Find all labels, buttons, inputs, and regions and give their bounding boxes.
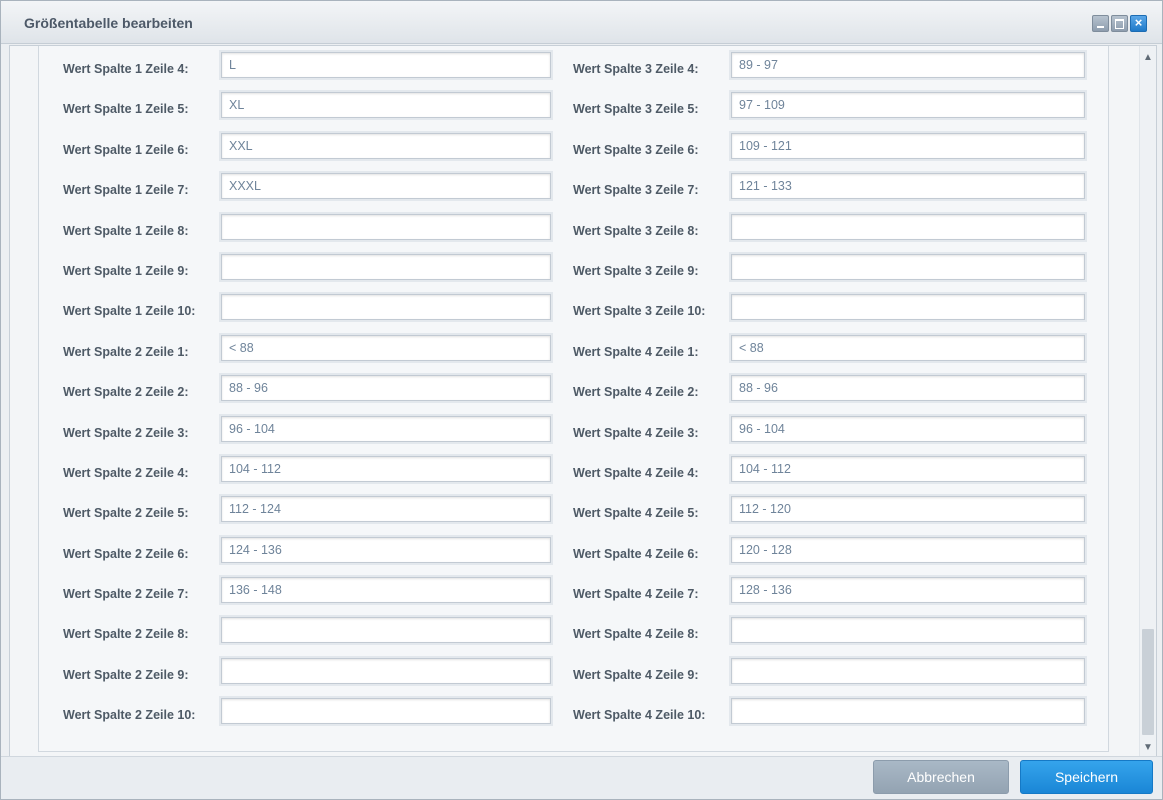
scrollable-content[interactable]: Wert Spalte 1 Zeile 4: Wert Spalte 1 Zeil…: [9, 45, 1157, 759]
value-input[interactable]: [731, 294, 1085, 321]
field-label: Wert Spalte 3 Zeile 5:: [573, 102, 699, 117]
field-label: Wert Spalte 4 Zeile 3:: [573, 425, 699, 440]
field-label: Wert Spalte 4 Zeile 9:: [573, 667, 699, 682]
value-input[interactable]: [221, 617, 551, 644]
value-input[interactable]: [731, 577, 1085, 604]
field-label: Wert Spalte 4 Zeile 5:: [573, 506, 699, 521]
field-label: Wert Spalte 2 Zeile 10:: [63, 708, 196, 723]
value-input[interactable]: [221, 213, 551, 240]
value-input[interactable]: [221, 455, 551, 482]
value-input[interactable]: [221, 334, 551, 361]
chevron-up-icon[interactable]: ▲: [1140, 51, 1156, 65]
field-label: Wert Spalte 1 Zeile 10:: [63, 304, 196, 319]
cancel-button[interactable]: Abbrechen: [873, 760, 1009, 794]
value-input[interactable]: [221, 415, 551, 442]
scrollbar-thumb[interactable]: [1142, 629, 1154, 735]
edit-size-table-dialog: Größentabelle bearbeiten × Wert Spalte 1…: [0, 0, 1163, 800]
value-input[interactable]: [731, 253, 1085, 280]
minimize-icon[interactable]: [1092, 15, 1109, 32]
value-input[interactable]: [731, 657, 1085, 684]
value-input[interactable]: [221, 375, 551, 402]
dialog-title: Größentabelle bearbeiten: [24, 15, 193, 31]
value-input[interactable]: [731, 92, 1085, 119]
value-input[interactable]: [221, 92, 551, 119]
value-input[interactable]: [731, 173, 1085, 200]
field-label: Wert Spalte 2 Zeile 9:: [63, 667, 189, 682]
close-icon[interactable]: ×: [1130, 15, 1147, 32]
field-label: Wert Spalte 4 Zeile 8:: [573, 627, 699, 642]
field-label: Wert Spalte 2 Zeile 6:: [63, 546, 189, 561]
value-input[interactable]: [731, 617, 1085, 644]
value-input[interactable]: [221, 657, 551, 684]
field-label: Wert Spalte 2 Zeile 8:: [63, 627, 189, 642]
value-input[interactable]: [731, 213, 1085, 240]
field-label: Wert Spalte 4 Zeile 10:: [573, 708, 706, 723]
field-label: Wert Spalte 2 Zeile 5:: [63, 506, 189, 521]
maximize-icon[interactable]: [1111, 15, 1128, 32]
value-input[interactable]: [221, 253, 551, 280]
value-input[interactable]: [221, 496, 551, 523]
field-label: Wert Spalte 1 Zeile 8:: [63, 223, 189, 238]
value-input[interactable]: [221, 52, 551, 78]
value-input[interactable]: [731, 375, 1085, 402]
form-panel: Wert Spalte 1 Zeile 4: Wert Spalte 1 Zeil…: [38, 46, 1109, 752]
field-label: Wert Spalte 1 Zeile 9:: [63, 263, 189, 278]
value-input[interactable]: [731, 698, 1085, 725]
field-label: Wert Spalte 1 Zeile 6:: [63, 142, 189, 157]
field-label: Wert Spalte 4 Zeile 6:: [573, 546, 699, 561]
field-label: Wert Spalte 2 Zeile 7:: [63, 587, 189, 602]
field-label: Wert Spalte 2 Zeile 2:: [63, 385, 189, 400]
value-input[interactable]: [221, 577, 551, 604]
value-input[interactable]: [731, 536, 1085, 563]
value-input[interactable]: [731, 132, 1085, 159]
field-label: Wert Spalte 3 Zeile 7:: [573, 183, 699, 198]
value-input[interactable]: [731, 334, 1085, 361]
value-input[interactable]: [221, 536, 551, 563]
value-input[interactable]: [731, 455, 1085, 482]
field-label: Wert Spalte 1 Zeile 5:: [63, 102, 189, 117]
field-label: Wert Spalte 4 Zeile 1:: [573, 344, 699, 359]
field-label: Wert Spalte 2 Zeile 4:: [63, 465, 189, 480]
value-input[interactable]: [221, 698, 551, 725]
field-label: Wert Spalte 2 Zeile 1:: [63, 344, 189, 359]
value-input[interactable]: [731, 496, 1085, 523]
field-label: Wert Spalte 4 Zeile 4:: [573, 465, 699, 480]
field-label: Wert Spalte 3 Zeile 10:: [573, 304, 706, 319]
value-input[interactable]: [221, 132, 551, 159]
field-label: Wert Spalte 3 Zeile 8:: [573, 223, 699, 238]
value-input[interactable]: [731, 52, 1085, 78]
field-label: Wert Spalte 1 Zeile 7:: [63, 183, 189, 198]
value-input[interactable]: [221, 294, 551, 321]
chevron-down-icon[interactable]: ▼: [1140, 741, 1156, 755]
save-button[interactable]: Speichern: [1020, 760, 1153, 794]
field-label: Wert Spalte 3 Zeile 6:: [573, 142, 699, 157]
dialog-footer: Abbrechen Speichern: [1, 756, 1162, 799]
window-controls: ×: [1092, 15, 1147, 32]
value-input[interactable]: [731, 415, 1085, 442]
field-label: Wert Spalte 1 Zeile 4:: [63, 62, 189, 76]
field-label: Wert Spalte 3 Zeile 4:: [573, 62, 699, 76]
value-input[interactable]: [221, 173, 551, 200]
field-label: Wert Spalte 2 Zeile 3:: [63, 425, 189, 440]
field-label: Wert Spalte 4 Zeile 2:: [573, 385, 699, 400]
vertical-scrollbar[interactable]: ▲ ▼: [1139, 46, 1156, 758]
title-bar[interactable]: Größentabelle bearbeiten ×: [1, 1, 1162, 44]
field-label: Wert Spalte 4 Zeile 7:: [573, 587, 699, 602]
field-label: Wert Spalte 3 Zeile 9:: [573, 263, 699, 278]
